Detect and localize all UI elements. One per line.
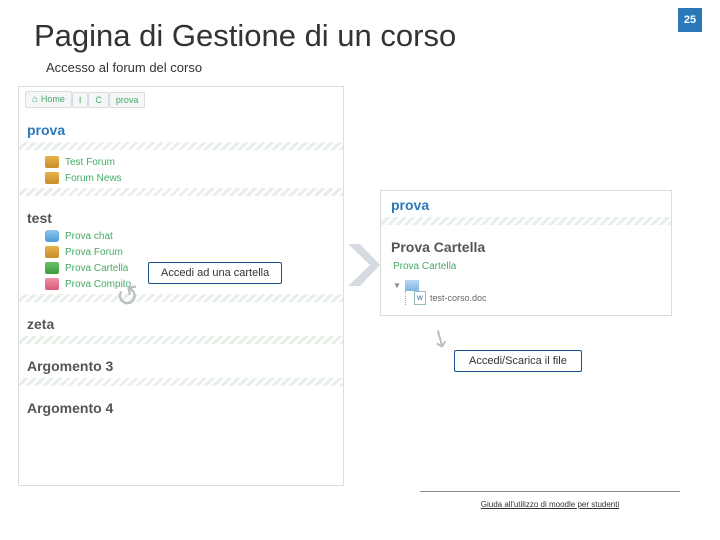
item-label: Prova Cartella [65, 263, 128, 274]
section-heading-prova: prova [19, 112, 343, 140]
breadcrumb: Home I C prova [19, 87, 343, 112]
slide-title: Pagina di Gestione di un corso [34, 18, 456, 54]
panel-heading-cartella: Prova Cartella [381, 229, 671, 257]
footer: Giuda all'utilizzo di moodle per student… [420, 491, 680, 512]
arrow-icon: ↘ [424, 321, 456, 356]
breadcrumb-home[interactable]: Home [25, 91, 72, 108]
callout-download-file: Accedi/Scarica il file [454, 350, 582, 372]
section-heading-zeta: zeta [19, 306, 343, 334]
section-heading-test: test [19, 200, 343, 228]
callout-access-folder: Accedi ad una cartella [148, 262, 282, 284]
divider [381, 217, 671, 225]
list-item[interactable]: Forum News [45, 170, 343, 186]
section-heading-arg3: Argomento 3 [19, 348, 343, 376]
expand-icon: ▼ [393, 281, 401, 290]
file-tree: ▼ test-corso.doc [381, 276, 671, 315]
panel-heading-prova: prova [381, 191, 671, 215]
doc-icon [414, 291, 426, 305]
assignment-icon [45, 278, 59, 290]
divider [19, 336, 343, 344]
forum-icon [45, 246, 59, 258]
item-label: Prova chat [65, 231, 113, 242]
divider [420, 491, 680, 492]
breadcrumb-item[interactable]: I [72, 92, 89, 108]
chevron-right-icon [346, 242, 382, 293]
tree-root[interactable]: ▼ [393, 280, 659, 291]
item-label: Test Forum [65, 157, 115, 168]
slide-subtitle: Accesso al forum del corso [46, 60, 202, 75]
file-name: test-corso.doc [430, 293, 487, 303]
item-label: Forum News [65, 173, 122, 184]
forum-icon [45, 156, 59, 168]
folder-link[interactable]: Prova Cartella [381, 257, 671, 276]
divider [19, 378, 343, 386]
folder-detail-panel: prova Prova Cartella Prova Cartella ▼ te… [380, 190, 672, 316]
forum-icon [45, 172, 59, 184]
breadcrumb-item[interactable]: prova [109, 92, 146, 108]
item-label: Prova Forum [65, 247, 123, 258]
list-item[interactable]: Test Forum [45, 154, 343, 170]
page-number-badge: 25 [678, 8, 702, 32]
folder-icon [45, 262, 59, 274]
list-item[interactable]: Prova Forum [45, 244, 343, 260]
section-heading-arg4: Argomento 4 [19, 390, 343, 418]
chat-icon [45, 230, 59, 242]
footer-text: Giuda all'utilizzo di moodle per student… [481, 500, 620, 509]
divider [19, 188, 343, 196]
divider [19, 142, 343, 150]
breadcrumb-item[interactable]: C [88, 92, 109, 108]
tree-file[interactable]: test-corso.doc [414, 291, 659, 305]
divider [19, 294, 343, 302]
folder-icon [405, 280, 419, 291]
course-page-panel: Home I C prova prova Test Forum Forum Ne… [18, 86, 344, 486]
list-item[interactable]: Prova chat [45, 228, 343, 244]
